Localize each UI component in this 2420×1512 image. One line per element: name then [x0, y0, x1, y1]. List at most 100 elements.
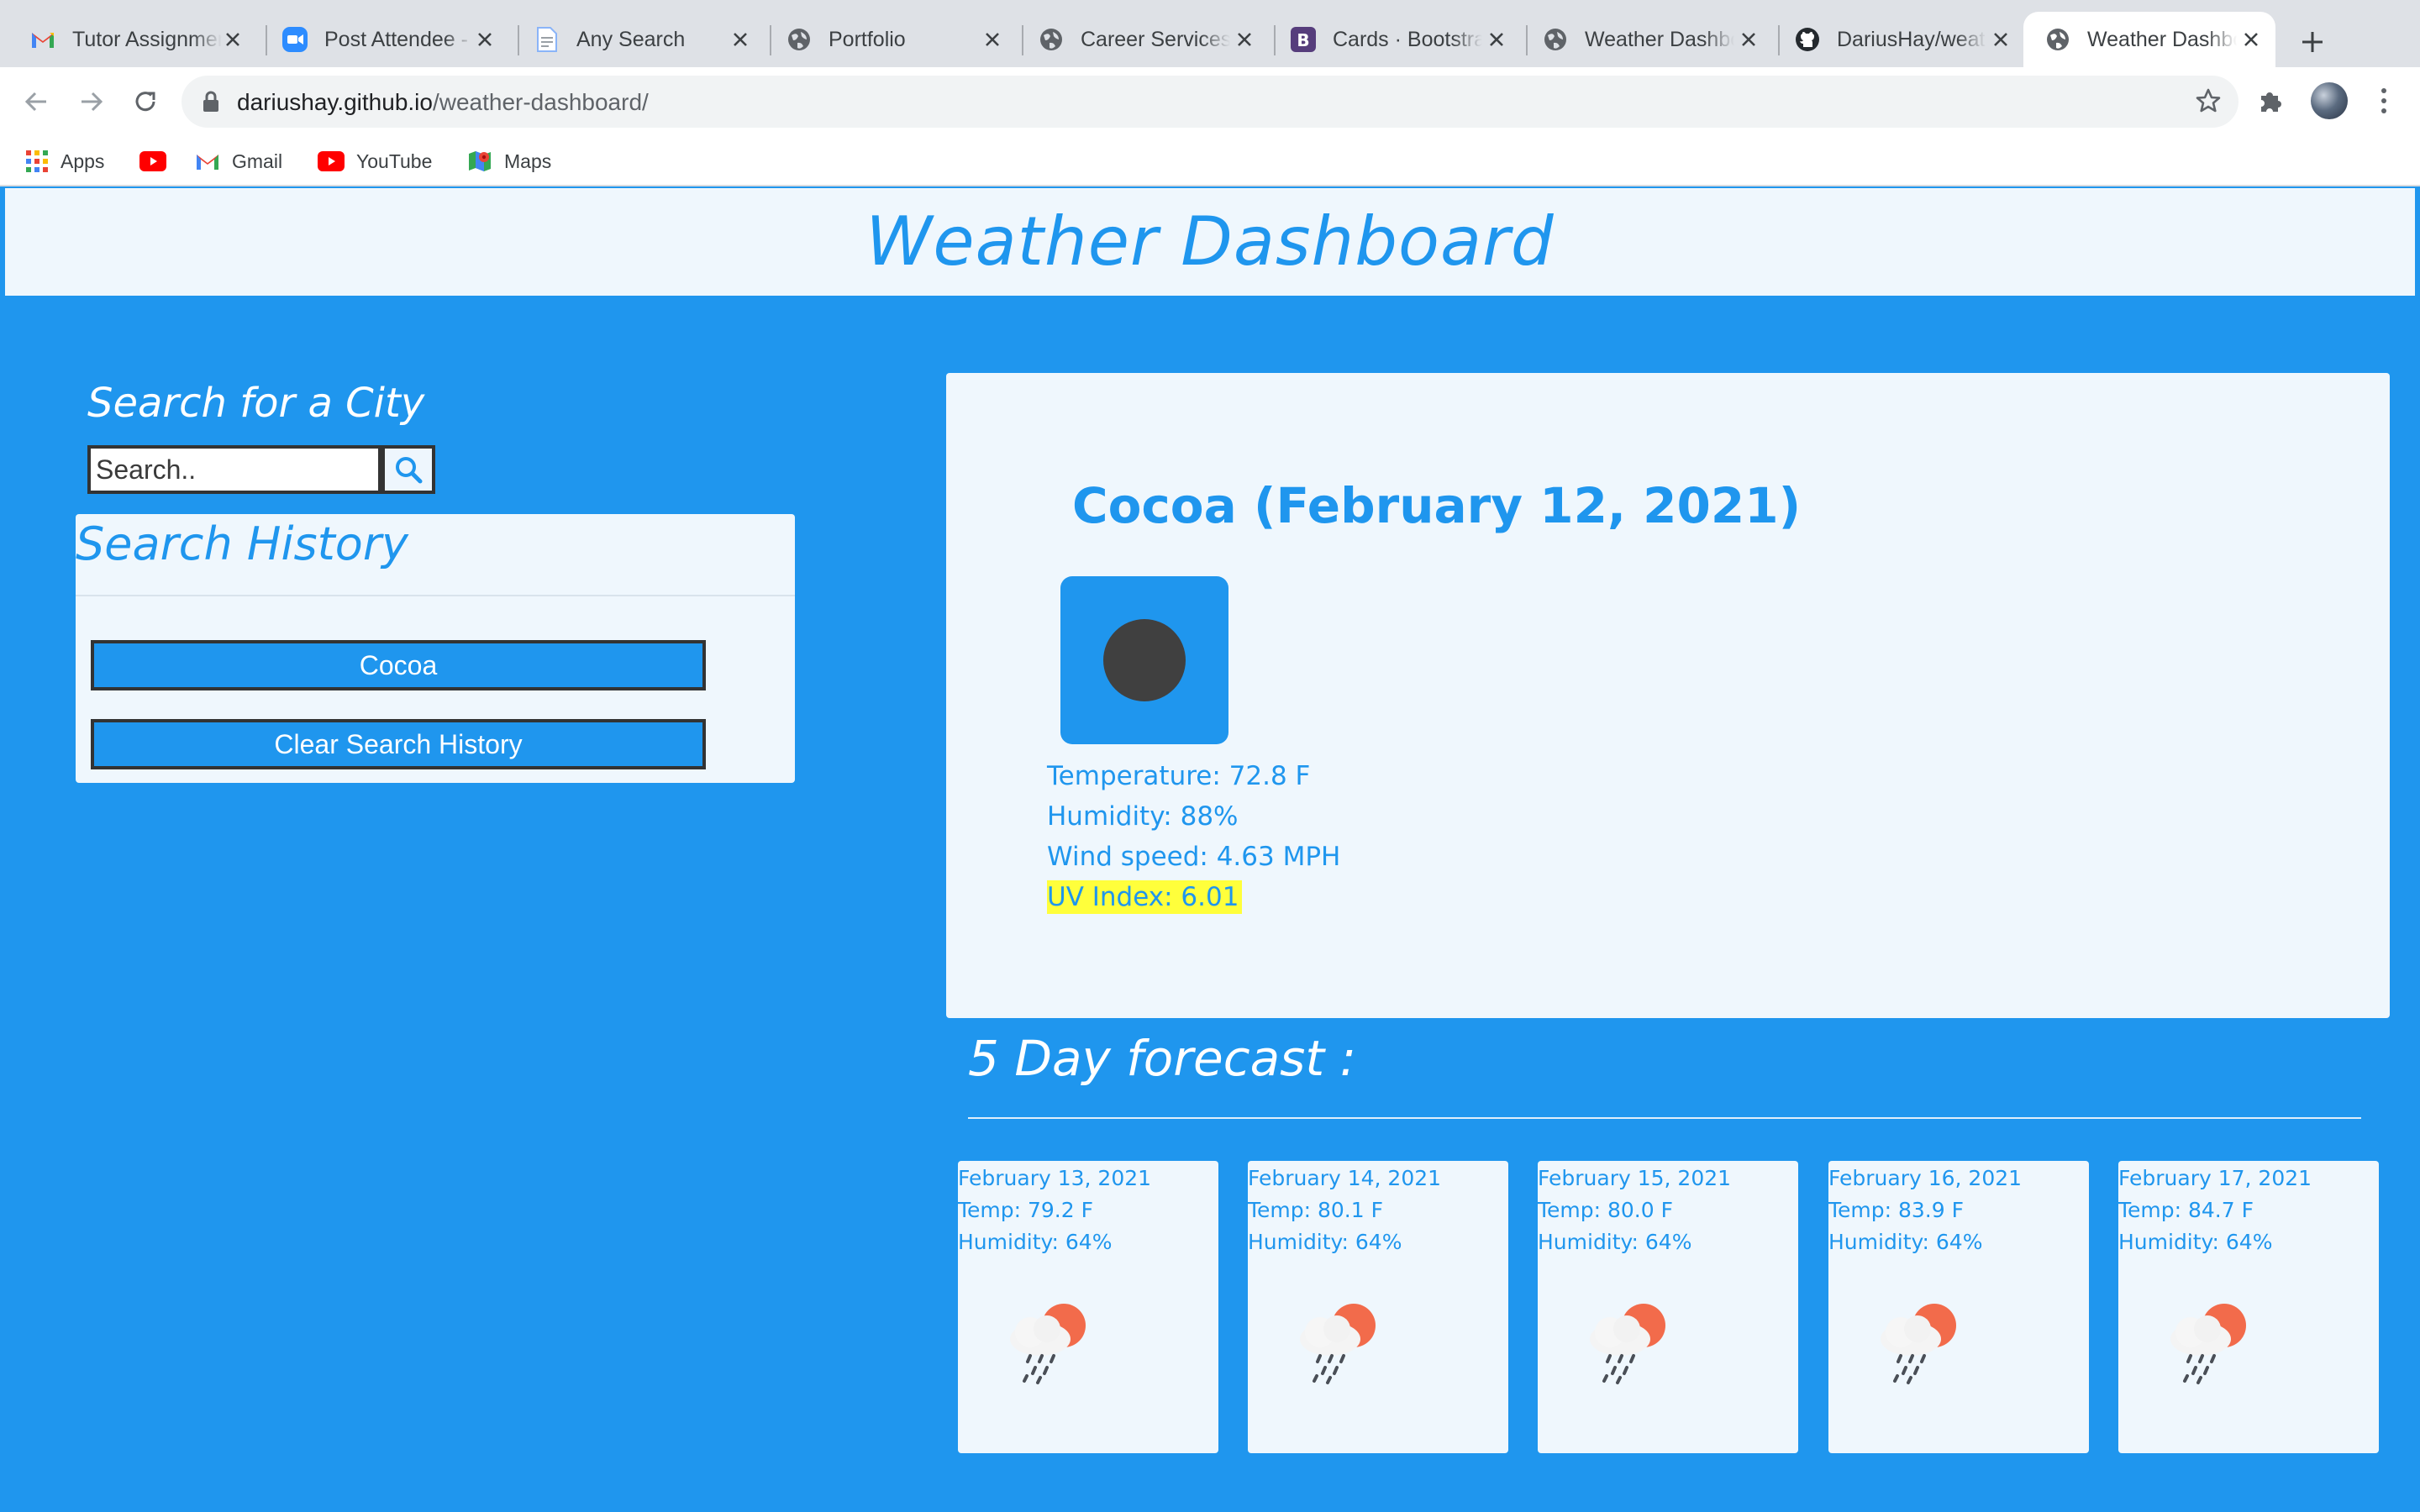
forecast-humidity: Humidity: 64%: [1248, 1230, 1402, 1254]
current-uv-index: UV Index: 6.01: [1047, 880, 1243, 914]
close-icon[interactable]: [220, 27, 245, 52]
rain-cloud-sun-icon: [1010, 1304, 1086, 1384]
bootstrap-icon: B: [1291, 27, 1316, 52]
gmail-icon: [30, 27, 55, 52]
svg-text:B: B: [1297, 30, 1309, 50]
tab-title: Portfolio: [829, 27, 906, 51]
current-temperature: Temperature: 72.8 F: [1047, 761, 1311, 791]
search-history-heading: Search History: [76, 517, 408, 570]
rain-cloud-sun-icon: [1300, 1304, 1376, 1384]
forecast-heading: 5 Day forecast :: [968, 1030, 1357, 1087]
forecast-date: February 16, 2021: [1828, 1166, 2023, 1190]
bookmark-youtube[interactable]: YouTube: [318, 146, 432, 176]
bookmark-label: YouTube: [356, 150, 433, 172]
globe-icon: [2045, 27, 2070, 52]
document-icon: [534, 27, 560, 52]
divider: [76, 595, 795, 596]
rain-cloud-sun-icon: [2170, 1304, 2246, 1384]
tab-title: Weather Dashboard: [1585, 27, 1734, 51]
tab-5[interactable]: Career Services: [1017, 12, 1269, 67]
gmail-icon: [197, 155, 218, 170]
forecast-humidity: Humidity: 64%: [2118, 1230, 2273, 1254]
close-icon[interactable]: [1736, 27, 1761, 52]
tab-3[interactable]: Any Search: [513, 12, 765, 67]
bookmark-maps[interactable]: Maps: [467, 146, 551, 176]
arrow-right-icon: [82, 92, 103, 112]
tab-title: DariusHay/weather-dashboard: [1837, 27, 1986, 51]
apps-grid-icon: [26, 150, 48, 172]
page-title: Weather Dashboard: [865, 202, 1555, 281]
tab-4[interactable]: Portfolio: [765, 12, 1017, 67]
tab-9-active[interactable]: Weather Dashboard: [2023, 12, 2275, 67]
tab-7[interactable]: Weather Dashboard: [1521, 12, 1773, 67]
search-button[interactable]: [381, 445, 435, 494]
bookmark-youtube-icon-only[interactable]: [139, 146, 178, 176]
tab-title: Weather Dashboard: [2087, 27, 2237, 51]
url-text: dariushay.github.io/weather-dashboard/: [237, 89, 649, 116]
current-city-date: Cocoa (February 12, 2021): [1072, 477, 1802, 534]
tab-2[interactable]: Post Attendee - Zoom: [260, 12, 509, 67]
site-header: Weather Dashboard: [5, 188, 2415, 296]
tab-8[interactable]: DariusHay/weather-dashboard: [1773, 12, 2025, 67]
forecast-temp: Temp: 80.0 F: [1538, 1198, 1673, 1222]
search-input[interactable]: [87, 445, 381, 494]
new-tab-button[interactable]: [2294, 24, 2331, 60]
close-icon[interactable]: [1484, 27, 1509, 52]
bookmark-star-icon[interactable]: [2195, 87, 2222, 118]
maps-icon: [469, 151, 491, 171]
close-icon[interactable]: [728, 27, 753, 52]
bookmark-gmail[interactable]: Gmail: [195, 146, 282, 176]
search-heading: Search for a City: [87, 380, 425, 427]
globe-icon: [786, 27, 812, 52]
search-history-card: Search History Cocoa Clear Search Histor…: [76, 514, 795, 783]
bookmark-apps[interactable]: Apps: [25, 146, 104, 176]
rain-cloud-sun-icon: [1590, 1304, 1665, 1384]
current-wind-speed: Wind speed: 4.63 MPH: [1047, 842, 1341, 872]
bookmark-label: Apps: [60, 150, 105, 172]
search-icon: [396, 457, 423, 484]
tab-title: Career Services: [1081, 27, 1230, 51]
close-icon[interactable]: [1232, 27, 1257, 52]
current-weather-card: Cocoa (February 12, 2021) Temperature: 7…: [946, 373, 2390, 1018]
forecast-humidity: Humidity: 64%: [1538, 1230, 1692, 1254]
forecast-date: February 15, 2021: [1538, 1166, 1732, 1190]
close-icon[interactable]: [2238, 27, 2264, 52]
globe-icon: [1543, 27, 1568, 52]
browser-menu-dots-icon[interactable]: [2371, 84, 2396, 118]
close-icon[interactable]: [1988, 27, 2013, 52]
youtube-icon: [139, 151, 166, 171]
url-path: /weather-dashboard/: [432, 89, 649, 115]
arrow-left-icon: [24, 92, 46, 112]
forecast-humidity: Humidity: 64%: [1828, 1230, 1983, 1254]
close-icon[interactable]: [980, 27, 1005, 52]
forecast-date: February 17, 2021: [2118, 1166, 2312, 1190]
extensions-puzzle-icon[interactable]: [2257, 86, 2286, 118]
reload-button[interactable]: [126, 82, 165, 121]
browser-toolbar: dariushay.github.io/weather-dashboard/: [0, 67, 2420, 136]
profile-avatar[interactable]: [2311, 82, 2348, 119]
address-bar[interactable]: dariushay.github.io/weather-dashboard/: [182, 76, 2238, 128]
tab-title: Tutor Assignments: [72, 27, 222, 51]
weather-dot-icon: [1103, 619, 1186, 701]
tab-title: Post Attendee - Zoom: [324, 27, 474, 51]
plus-icon: [2302, 32, 2323, 52]
back-button[interactable]: [17, 82, 55, 121]
forward-button[interactable]: [72, 82, 111, 121]
history-item-cocoa-button[interactable]: Cocoa: [91, 640, 706, 690]
tab-6[interactable]: B Cards · Bootstrap: [1269, 12, 1521, 67]
forecast-date: February 13, 2021: [958, 1166, 1152, 1190]
tab-1[interactable]: Tutor Assignments: [8, 12, 257, 67]
forecast-temp: Temp: 79.2 F: [958, 1198, 1093, 1222]
close-icon[interactable]: [472, 27, 497, 52]
clear-search-history-button[interactable]: Clear Search History: [91, 719, 706, 769]
tab-title: Any Search: [576, 27, 686, 51]
forecast-humidity: Humidity: 64%: [958, 1230, 1113, 1254]
forecast-card: February 16, 2021 Temp: 83.9 F Humidity:…: [1828, 1161, 2089, 1453]
forecast-card: February 17, 2021 Temp: 84.7 F Humidity:…: [2118, 1161, 2379, 1453]
url-host: dariushay.github.io: [237, 89, 433, 115]
tab-strip: Tutor Assignments Post Attendee - Zoom A…: [0, 0, 2420, 67]
reload-icon: [135, 92, 155, 112]
zoom-icon: [282, 27, 308, 52]
bookmark-label: Gmail: [232, 150, 283, 172]
forecast-temp: Temp: 84.7 F: [2118, 1198, 2254, 1222]
